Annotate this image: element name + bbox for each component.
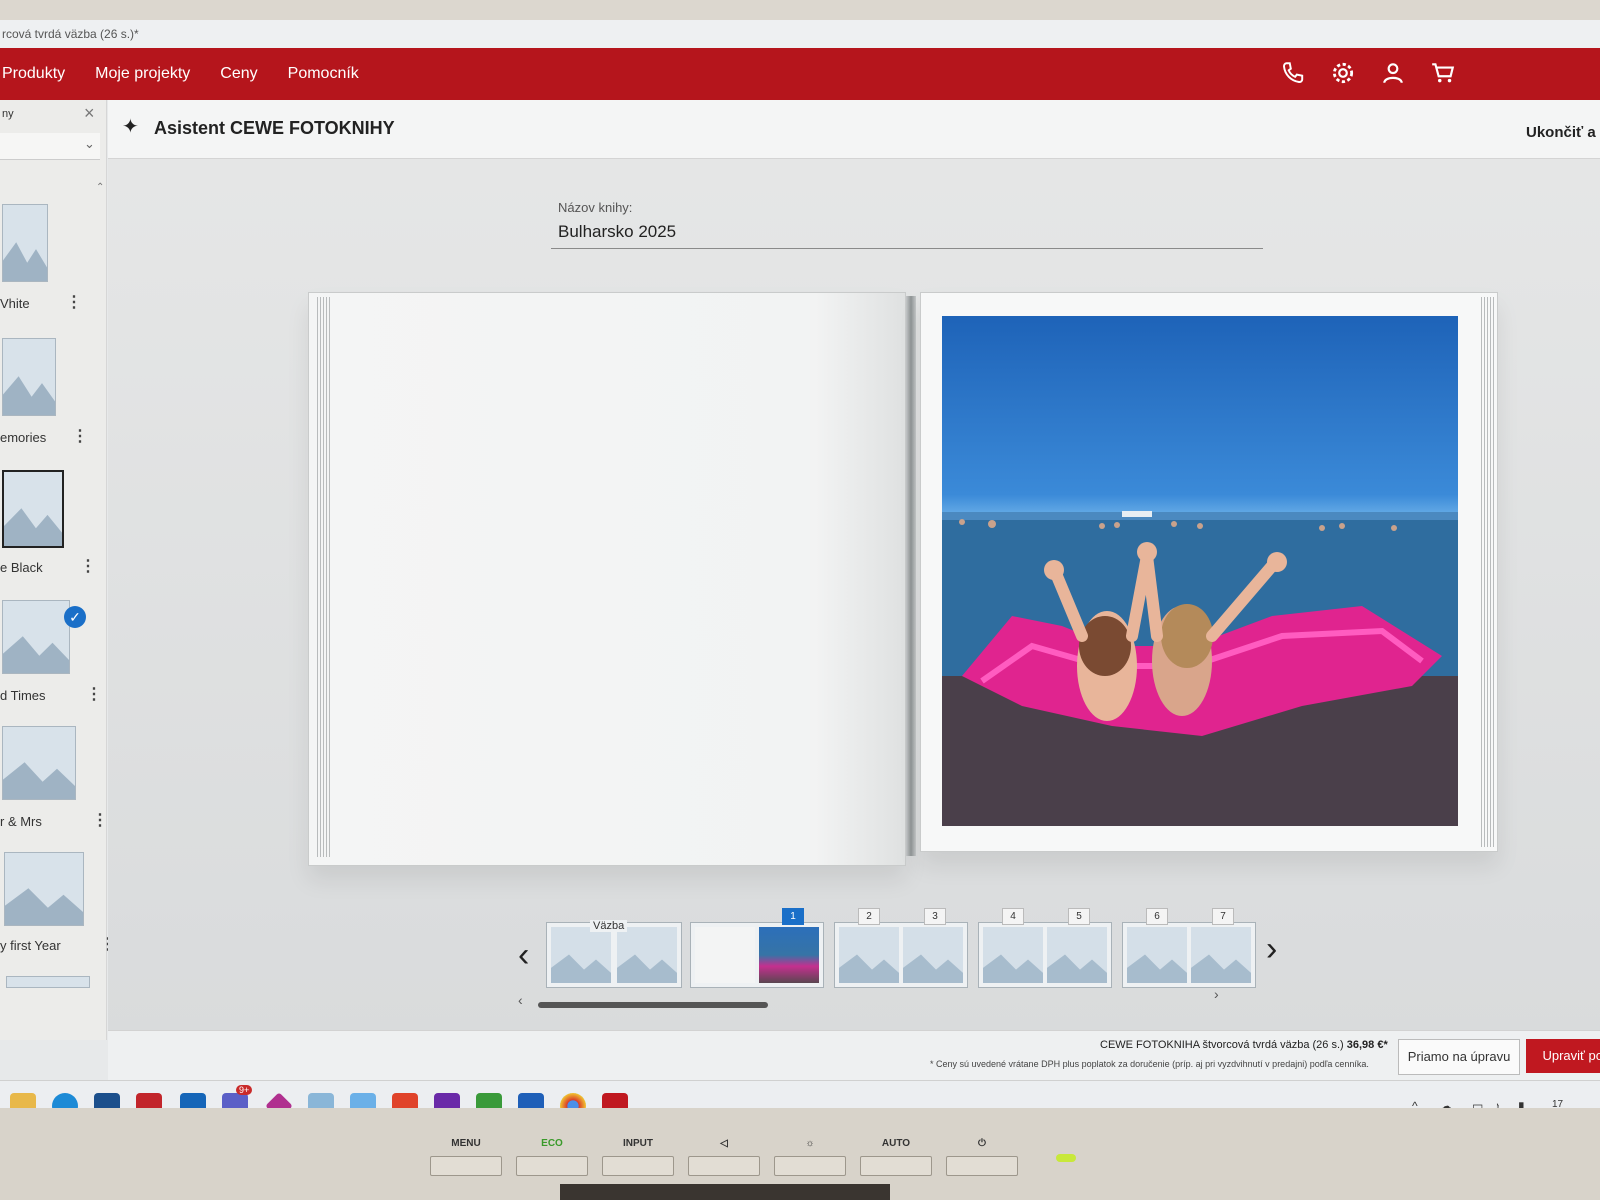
close-icon[interactable]: × (84, 103, 95, 124)
monitor-input-button[interactable]: INPUT (602, 1138, 674, 1176)
template-thumbnail[interactable] (2, 204, 48, 282)
magic-wand-icon: ✦ (122, 116, 139, 138)
screen: rcová tvrdá väzba (26 s.)* Produkty Moje… (0, 20, 1600, 1110)
spread-thumbnail-4-5[interactable] (978, 922, 1112, 988)
window-title: rcová tvrdá väzba (26 s.)* (0, 20, 1600, 48)
sidebar-title: ny (2, 108, 14, 120)
page-number-badge: 7 (1212, 908, 1234, 925)
template-thumbnail[interactable] (6, 976, 90, 988)
monitor-volume-button[interactable]: ◁ (688, 1138, 760, 1176)
book-spine (906, 296, 916, 856)
left-page[interactable] (308, 292, 906, 866)
product-name: CEWE FOTOKNIHA štvorcová tvrdá väzba (26… (1100, 1039, 1344, 1051)
cart-icon[interactable] (1430, 60, 1460, 88)
editor-panel: ✦ Asistent CEWE FOTOKNIHY Ukončiť a Názo… (108, 100, 1600, 1040)
cover-label: Väzba (590, 920, 628, 932)
more-options-icon[interactable]: ⋮ (72, 426, 88, 446)
power-led (1056, 1154, 1076, 1162)
more-options-icon[interactable]: ⋮ (66, 292, 82, 312)
gear-icon[interactable] (1330, 60, 1360, 88)
scroll-up-icon[interactable]: ⌃ (96, 182, 104, 193)
template-label: e Black (0, 560, 43, 575)
product-summary: CEWE FOTOKNIHA štvorcová tvrdá väzba (26… (1100, 1039, 1388, 1051)
monitor-menu-button[interactable]: MENU (430, 1138, 502, 1176)
chevron-right-icon[interactable]: › (1266, 930, 1277, 969)
spread-thumbnail-2-3[interactable] (834, 922, 968, 988)
template-label: emories (0, 430, 47, 445)
direct-edit-button[interactable]: Priamo na úpravu (1398, 1039, 1520, 1075)
monitor-power-button[interactable]: ⏻ (946, 1138, 1018, 1176)
template-label: d Times (0, 688, 46, 703)
monitor-brightness-button[interactable]: ☼ (774, 1138, 846, 1176)
template-label: y first Year (0, 938, 61, 953)
page-number-badge: 6 (1146, 908, 1168, 925)
scroll-left-icon[interactable]: ‹ (518, 992, 523, 1008)
spread-thumbnail-6-7[interactable] (1122, 922, 1256, 988)
price-note: * Ceny sú uvedené vrátane DPH plus popla… (930, 1059, 1369, 1069)
menu-item-help[interactable]: Pomocník (288, 65, 359, 83)
page-photo[interactable] (942, 316, 1458, 826)
page-number-badge: 3 (924, 908, 946, 925)
template-label: r & Mrs (0, 814, 42, 829)
spread-thumbnail-1[interactable] (690, 922, 824, 988)
menu-item-prices[interactable]: Ceny (220, 65, 257, 83)
template-thumbnail[interactable] (2, 338, 56, 416)
template-thumbnail[interactable] (2, 470, 64, 548)
template-thumbnail[interactable] (4, 852, 84, 926)
exit-assistant-button[interactable]: Ukončiť a (1526, 124, 1596, 141)
menu-item-my-projects[interactable]: Moje projekty (95, 65, 190, 83)
desk-surface (560, 1184, 890, 1200)
template-sidebar: ny × ⌄ Vhite ⋮ emories ⋮ e Black ⋮ ✓ d T… (0, 100, 116, 1040)
menu-bar: Produkty Moje projekty Ceny Pomocník (0, 48, 1600, 100)
more-options-icon[interactable]: ⋮ (80, 556, 96, 576)
template-filter-dropdown[interactable]: ⌄ (0, 133, 100, 160)
page-number-badge: 1 (782, 908, 804, 925)
user-icon[interactable] (1380, 60, 1410, 88)
chevron-down-icon: ⌄ (84, 136, 95, 151)
edit-pages-button[interactable]: Upraviť poč (1526, 1039, 1600, 1073)
menu-item-products[interactable]: Produkty (2, 65, 65, 83)
assistant-title: Asistent CEWE FOTOKNIHY (154, 118, 395, 138)
more-options-icon[interactable]: ⋮ (92, 810, 108, 830)
taskbar: 9+ ^ ☁ ▭ ♪ ▮ 17 (0, 1080, 1600, 1110)
template-thumbnail[interactable] (2, 726, 76, 800)
page-number-badge: 5 (1068, 908, 1090, 925)
product-price: 36,98 €* (1346, 1039, 1388, 1051)
assistant-bar: ✦ Asistent CEWE FOTOKNIHY Ukončiť a (108, 100, 1600, 159)
book-name-input[interactable]: Bulharsko 2025 (558, 222, 676, 242)
chevron-left-icon[interactable]: ‹ (518, 936, 529, 975)
monitor-bezel-bottom: MENU ECO INPUT ◁ ☼ AUTO ⏻ (0, 1108, 1600, 1200)
phone-icon[interactable] (1280, 60, 1310, 88)
notification-badge: 9+ (236, 1085, 253, 1095)
book-name-underline (551, 248, 1263, 249)
template-label: Vhite (0, 296, 30, 311)
template-thumbnail[interactable] (2, 600, 70, 674)
page-number-badge: 2 (858, 908, 880, 925)
book-name-label: Názov knihy: (558, 200, 633, 215)
selected-check-icon: ✓ (64, 606, 86, 628)
more-options-icon[interactable]: ⋮ (86, 684, 102, 704)
page-strip-scrollbar[interactable] (538, 1002, 768, 1008)
monitor-eco-button[interactable]: ECO (516, 1138, 588, 1176)
monitor-auto-button[interactable]: AUTO (860, 1138, 932, 1176)
page-number-badge: 4 (1002, 908, 1024, 925)
scroll-right-icon[interactable]: › (1214, 986, 1219, 1002)
monitor-bezel-top (0, 0, 1600, 22)
